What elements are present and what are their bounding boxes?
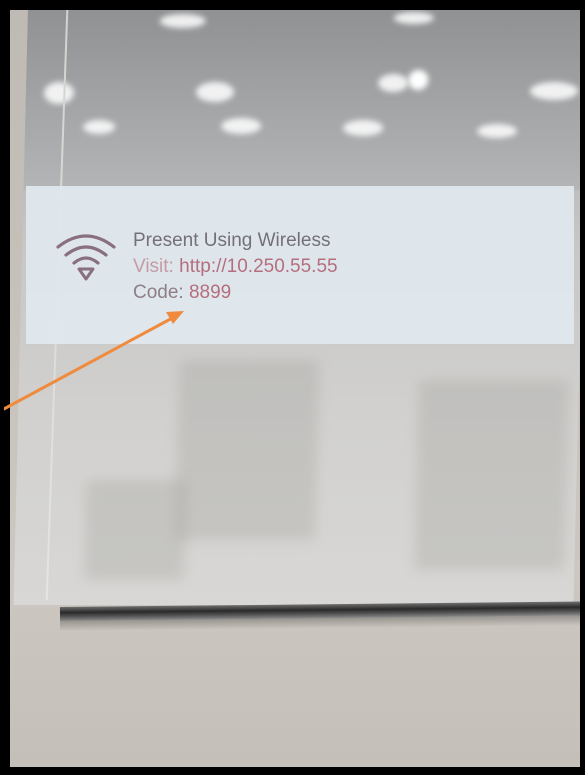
banner-title: Present Using Wireless bbox=[133, 230, 331, 251]
ceiling-light bbox=[529, 82, 579, 100]
ceiling-light bbox=[195, 82, 235, 102]
ceiling-light bbox=[220, 118, 262, 134]
ceiling-light bbox=[476, 124, 518, 138]
ceiling-light bbox=[377, 74, 409, 92]
ceiling-light bbox=[342, 120, 384, 136]
reflection bbox=[84, 480, 187, 580]
ceiling-reflection bbox=[23, 10, 580, 190]
visit-line: Visit: http://10.250.55.55 bbox=[133, 254, 338, 280]
ceiling-light bbox=[43, 82, 75, 104]
code-label: Code: bbox=[133, 282, 184, 303]
ceiling-light bbox=[159, 14, 206, 28]
reflection bbox=[175, 360, 320, 540]
code-value: 8899 bbox=[188, 282, 232, 303]
wifi-icon bbox=[56, 234, 116, 281]
ceiling-light bbox=[408, 70, 429, 90]
photo bbox=[10, 10, 580, 767]
visit-label: Visit: bbox=[133, 256, 174, 277]
ceiling-light bbox=[82, 120, 116, 134]
ceiling-light bbox=[393, 12, 434, 24]
code-line: Code: 8899 bbox=[133, 280, 338, 306]
reflection bbox=[414, 380, 569, 570]
banner-text: Present Using Wireless Visit: http://10.… bbox=[133, 228, 338, 306]
visit-url-link[interactable]: http://10.250.55.55 bbox=[179, 256, 337, 277]
